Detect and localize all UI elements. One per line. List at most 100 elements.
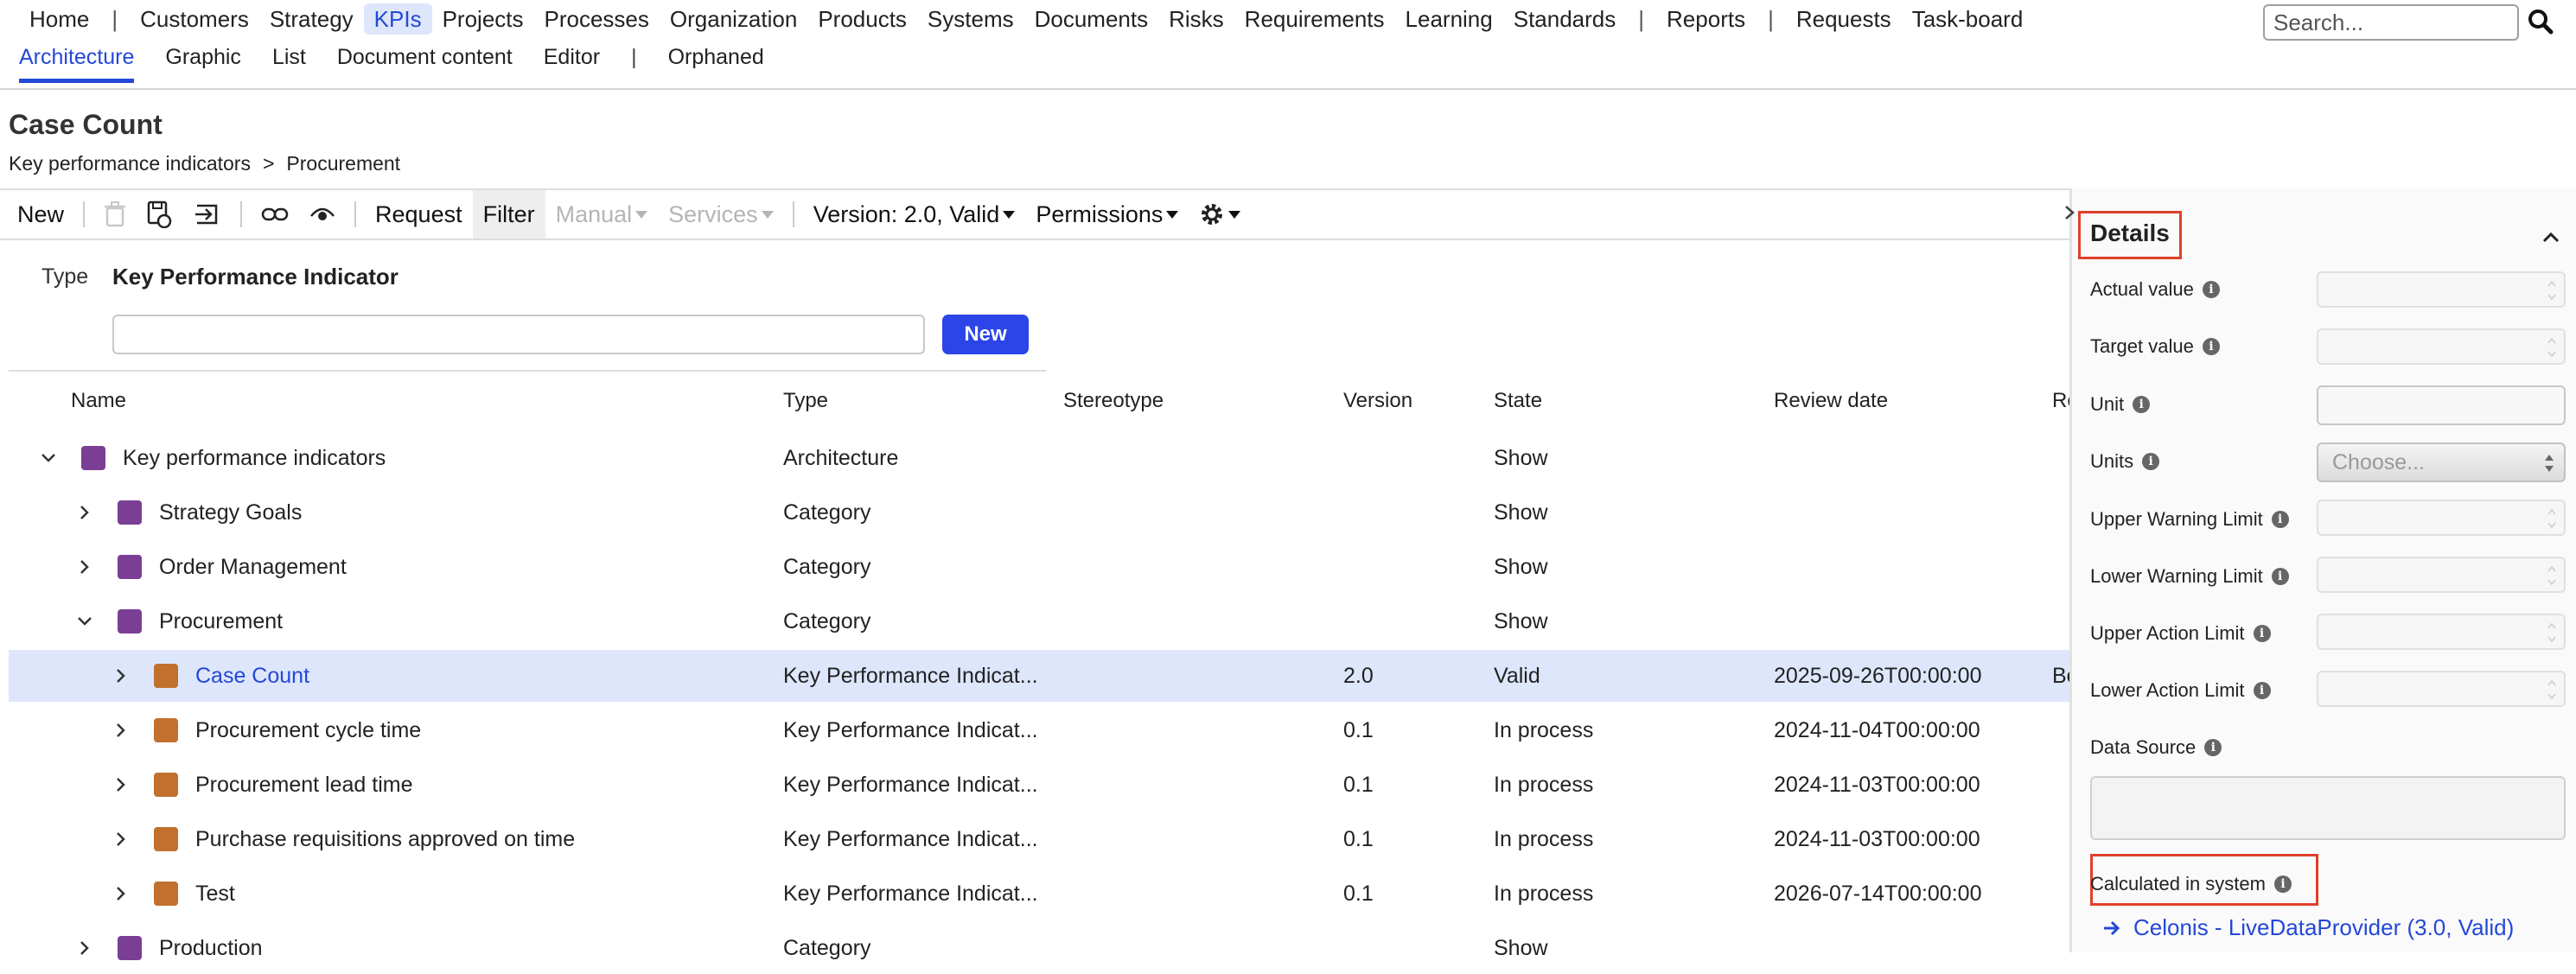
filter-text-input[interactable] bbox=[112, 315, 925, 354]
nav-item-risks[interactable]: Risks bbox=[1158, 3, 1234, 35]
nav-item-task-board[interactable]: Task-board bbox=[1902, 3, 2034, 35]
tab-document-content[interactable]: Document content bbox=[337, 41, 513, 79]
nav-item-projects[interactable]: Projects bbox=[432, 3, 534, 35]
version-dropdown[interactable]: Version: 2.0, Valid bbox=[803, 190, 1026, 239]
name-cell[interactable]: Order Management bbox=[159, 541, 347, 593]
info-icon[interactable]: i bbox=[2253, 625, 2271, 642]
data-source-textarea[interactable] bbox=[2090, 776, 2566, 840]
settings-dropdown[interactable] bbox=[1189, 190, 1251, 239]
nav-item-requirements[interactable]: Requirements bbox=[1234, 3, 1395, 35]
actual-value-input[interactable] bbox=[2317, 271, 2566, 308]
nav-item-customers[interactable]: Customers bbox=[130, 3, 259, 35]
tab-graphic[interactable]: Graphic bbox=[165, 41, 241, 79]
table-row[interactable]: Test Key Performance Indicat... 0.1 In proc… bbox=[9, 868, 2069, 920]
manual-dropdown[interactable]: Manual bbox=[545, 190, 659, 239]
link-icon[interactable] bbox=[251, 190, 299, 239]
name-cell[interactable]: Test bbox=[195, 868, 235, 920]
search-input[interactable]: Search... bbox=[2263, 4, 2519, 41]
nav-item-documents[interactable]: Documents bbox=[1024, 3, 1159, 35]
lower-warning-limit-input[interactable] bbox=[2317, 557, 2566, 593]
spinner-icon[interactable] bbox=[2547, 563, 2557, 588]
chevron-right-icon[interactable] bbox=[112, 885, 130, 902]
watch-icon[interactable] bbox=[299, 190, 346, 239]
spinner-icon[interactable] bbox=[2547, 506, 2557, 531]
nav-item-standards[interactable]: Standards bbox=[1503, 3, 1627, 35]
column-header-state[interactable]: State bbox=[1494, 389, 1542, 413]
chevron-right-icon[interactable] bbox=[112, 722, 130, 739]
nav-item-home[interactable]: Home bbox=[19, 3, 99, 35]
spinner-icon[interactable] bbox=[2547, 335, 2557, 360]
info-icon[interactable]: i bbox=[2202, 281, 2220, 298]
nav-item-processes[interactable]: Processes bbox=[534, 3, 660, 35]
nav-item-reports[interactable]: Reports bbox=[1656, 3, 1756, 35]
nav-item-strategy[interactable]: Strategy bbox=[259, 3, 364, 35]
column-header-type[interactable]: Type bbox=[783, 389, 828, 413]
info-icon[interactable]: i bbox=[2271, 568, 2289, 585]
chevron-up-icon[interactable] bbox=[2541, 230, 2560, 244]
name-cell[interactable]: Procurement bbox=[159, 595, 283, 647]
breadcrumb-item-procurement[interactable]: Procurement bbox=[286, 152, 400, 175]
lower-action-limit-input[interactable] bbox=[2317, 671, 2566, 707]
spinner-icon[interactable] bbox=[2547, 621, 2557, 645]
name-cell[interactable]: Procurement lead time bbox=[195, 759, 413, 811]
upper-action-limit-input[interactable] bbox=[2317, 614, 2566, 650]
tab-architecture[interactable]: Architecture bbox=[19, 41, 135, 83]
info-icon[interactable]: i bbox=[2142, 453, 2160, 470]
chevron-right-icon[interactable] bbox=[112, 776, 130, 793]
info-icon[interactable]: i bbox=[2271, 511, 2289, 528]
chevron-right-icon[interactable] bbox=[76, 939, 93, 957]
toolbar-new-button[interactable]: New bbox=[0, 190, 74, 239]
info-icon[interactable]: i bbox=[2204, 739, 2222, 756]
name-cell[interactable]: Key performance indicators bbox=[123, 432, 386, 484]
chevron-right-icon[interactable] bbox=[112, 667, 130, 684]
table-row[interactable]: Procurement lead time Key Performance Ind… bbox=[9, 759, 2069, 811]
nav-item-products[interactable]: Products bbox=[807, 3, 917, 35]
info-icon[interactable]: i bbox=[2273, 875, 2292, 893]
filter-button[interactable]: Filter bbox=[472, 190, 545, 239]
column-header-review-date[interactable]: Review date bbox=[1774, 389, 1888, 413]
move-icon[interactable] bbox=[183, 190, 232, 239]
unit-input[interactable] bbox=[2317, 385, 2566, 425]
tab-list[interactable]: List bbox=[272, 41, 306, 79]
chevron-right-icon[interactable] bbox=[76, 558, 93, 576]
chevron-right-icon[interactable] bbox=[76, 504, 93, 521]
name-cell[interactable]: Case Count bbox=[195, 650, 309, 702]
details-title[interactable]: Details bbox=[2090, 220, 2170, 247]
nav-item-organization[interactable]: Organization bbox=[660, 3, 807, 35]
permissions-dropdown[interactable]: Permissions bbox=[1025, 190, 1189, 239]
services-dropdown[interactable]: Services bbox=[658, 190, 784, 239]
target-value-input[interactable] bbox=[2317, 328, 2566, 365]
breadcrumb-item-kpis[interactable]: Key performance indicators bbox=[9, 152, 251, 175]
nav-item-systems[interactable]: Systems bbox=[917, 3, 1024, 35]
chevron-down-icon[interactable] bbox=[40, 449, 57, 467]
column-header-version[interactable]: Version bbox=[1343, 389, 1412, 413]
column-header-name[interactable]: Name bbox=[71, 389, 126, 413]
nav-item-kpis[interactable]: KPIs bbox=[363, 3, 432, 35]
table-row[interactable]: Key performance indicators Architecture Sh… bbox=[9, 432, 2069, 484]
units-select[interactable]: Choose... bbox=[2317, 442, 2566, 482]
table-row[interactable]: Purchase requisitions approved on time Ke… bbox=[9, 813, 2069, 865]
nav-item-learning[interactable]: Learning bbox=[1395, 3, 1503, 35]
table-row[interactable]: Case Count Key Performance Indicat... 2.0 V… bbox=[9, 650, 2079, 702]
delete-icon[interactable] bbox=[93, 190, 137, 239]
spinner-icon[interactable] bbox=[2547, 678, 2557, 702]
info-icon[interactable]: i bbox=[2253, 682, 2271, 699]
spinner-icon[interactable] bbox=[2547, 278, 2557, 302]
name-cell[interactable]: Purchase requisitions approved on time bbox=[195, 813, 575, 865]
name-cell[interactable]: Production bbox=[159, 922, 263, 974]
chevron-right-icon[interactable] bbox=[2063, 204, 2076, 221]
request-button[interactable]: Request bbox=[365, 190, 473, 239]
info-icon[interactable]: i bbox=[2202, 338, 2220, 355]
table-row[interactable]: Procurement cycle time Key Performance In… bbox=[9, 704, 2069, 756]
table-row[interactable]: Strategy Goals Category Show bbox=[9, 487, 2069, 538]
nav-item-requests[interactable]: Requests bbox=[1786, 3, 1902, 35]
tab-orphaned[interactable]: Orphaned bbox=[668, 41, 764, 79]
name-cell[interactable]: Procurement cycle time bbox=[195, 704, 421, 756]
search-icon[interactable] bbox=[2524, 5, 2559, 40]
chevron-down-icon[interactable] bbox=[76, 613, 93, 630]
save-as-icon[interactable] bbox=[137, 190, 183, 239]
name-cell[interactable]: Strategy Goals bbox=[159, 487, 302, 538]
info-icon[interactable]: i bbox=[2133, 396, 2151, 413]
tab-editor[interactable]: Editor bbox=[544, 41, 600, 79]
filter-new-button[interactable]: New bbox=[942, 315, 1029, 354]
